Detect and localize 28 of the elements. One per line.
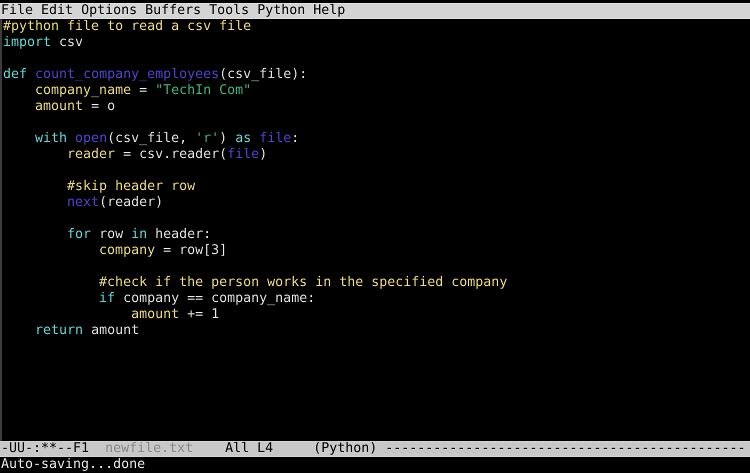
buffer-name: newfile.txt	[105, 441, 194, 457]
menu-item[interactable]: Buffers	[145, 3, 202, 19]
menu-item[interactable]: Options	[81, 3, 138, 19]
code-line: #check if the person works in the specified company	[99, 275, 508, 291]
code-line: #skip header row	[67, 179, 196, 195]
code-line: #python file to read a csv file	[3, 19, 252, 35]
major-mode: (Python)	[313, 441, 378, 457]
code-line: amount += 1	[131, 307, 220, 323]
position-indicator: All L4	[225, 441, 274, 457]
modified-status: -UU-:**--F1	[1, 441, 90, 457]
echo-message: Auto-saving...done	[0, 457, 146, 473]
menu-item[interactable]: Tools	[209, 3, 250, 19]
menu-item[interactable]: File	[1, 3, 34, 19]
code-line: company = row[3]	[99, 243, 228, 259]
code-line: amount = o	[35, 99, 116, 115]
code-line: return amount	[35, 323, 140, 339]
code-line: with open(csv_file, 'r') as file:	[35, 131, 300, 147]
menu-item[interactable]: Edit	[41, 3, 74, 19]
code-line: for row in header:	[67, 227, 212, 243]
dash-fill: ---------------------------------------------	[385, 441, 746, 457]
code-line: import csv	[3, 35, 84, 51]
menu-item[interactable]: Help	[313, 3, 346, 19]
code-line: company_name = "TechIn Com"	[35, 83, 252, 99]
code-line: if company == company_name:	[99, 291, 316, 307]
code-line: next(reader)	[67, 195, 164, 211]
menu-item[interactable]: Python	[257, 3, 306, 19]
code-line: def count_company_employees(csv_file):	[3, 67, 308, 83]
code-line: reader = csv.reader(file)	[67, 147, 268, 163]
